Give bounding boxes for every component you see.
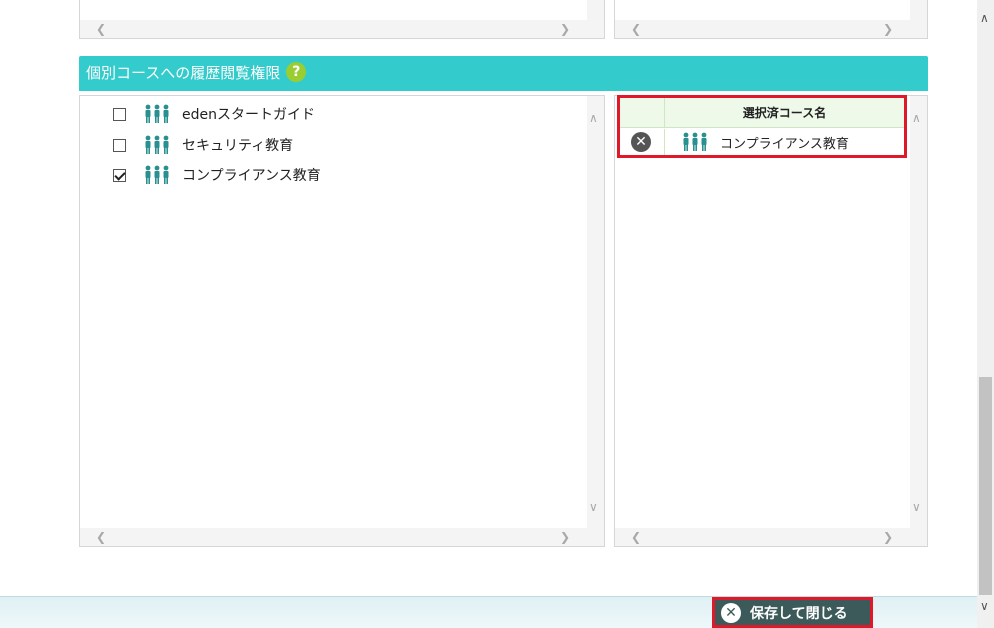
remove-circle-icon[interactable]: ✕ — [631, 132, 651, 152]
selected-course-name: コンプライアンス教育 — [720, 137, 849, 152]
table-header: 選択済コース名 — [620, 98, 904, 128]
scroll-up-icon[interactable]: ∧ — [980, 12, 989, 24]
scroll-right-icon[interactable]: ❯ — [560, 531, 570, 543]
save-and-close-button[interactable]: ✕ 保存して閉じる — [712, 597, 873, 628]
scroll-left-icon[interactable]: ❮ — [96, 23, 106, 35]
scroll-left-icon[interactable]: ❮ — [631, 531, 641, 543]
course-checkbox[interactable] — [113, 168, 126, 182]
upper-right-vscroll[interactable] — [910, 0, 927, 20]
upper-right-panel: ❮ ❯ — [614, 0, 928, 39]
scroll-up-icon[interactable]: ∧ — [589, 112, 598, 124]
people-group-icon — [145, 135, 169, 154]
section-title: 個別コースへの履歴閲覧権限 — [86, 64, 281, 82]
scroll-right-icon[interactable]: ❯ — [883, 531, 893, 543]
course-row[interactable]: セキュリティ教育 — [113, 134, 293, 156]
upper-left-panel: ❮ ❯ — [79, 0, 605, 39]
page-scroll-thumb[interactable] — [979, 377, 992, 595]
section-header: 個別コースへの履歴閲覧権限? — [79, 56, 928, 91]
help-icon[interactable]: ? — [286, 62, 307, 82]
people-group-icon — [145, 165, 169, 184]
course-label: コンプライアンス教育 — [182, 168, 321, 184]
course-checkbox[interactable] — [113, 138, 126, 152]
close-circle-icon: ✕ — [721, 602, 741, 623]
course-list-hscroll[interactable]: ❮ ❯ — [80, 528, 604, 546]
upper-left-hscroll[interactable]: ❮ ❯ — [80, 20, 604, 38]
scroll-up-icon[interactable]: ∧ — [912, 112, 921, 124]
course-label: edenスタートガイド — [182, 107, 315, 123]
course-list-vscroll[interactable]: ∧ ∨ — [587, 96, 604, 528]
selected-hscroll[interactable]: ❮ ❯ — [615, 528, 927, 546]
course-list-panel: ∧ ∨ ❮ ❯ — [79, 95, 605, 547]
selected-courses-table: 選択済コース名 ✕ コンプライアンス教育 — [617, 95, 907, 158]
save-and-close-label: 保存して閉じる — [750, 605, 848, 622]
scroll-left-icon[interactable]: ❮ — [631, 23, 641, 35]
upper-left-vscroll[interactable] — [587, 0, 604, 20]
column-header-course-name: 選択済コース名 — [742, 106, 827, 120]
scroll-right-icon[interactable]: ❯ — [560, 23, 570, 35]
course-label: セキュリティ教育 — [182, 138, 294, 154]
people-group-icon — [683, 132, 707, 151]
upper-right-hscroll[interactable]: ❮ ❯ — [615, 20, 927, 38]
selected-courses-panel: ∧ ∨ ❮ ❯ — [614, 95, 928, 547]
selected-vscroll[interactable]: ∧ ∨ — [910, 96, 927, 528]
course-checkbox[interactable] — [113, 107, 126, 121]
column-divider — [664, 129, 665, 155]
scroll-left-icon[interactable]: ❮ — [96, 531, 106, 543]
people-group-icon — [145, 104, 169, 123]
scroll-down-icon[interactable]: ∨ — [912, 501, 921, 513]
scroll-down-icon[interactable]: ∨ — [589, 501, 598, 513]
scroll-right-icon[interactable]: ❯ — [883, 23, 893, 35]
scroll-down-icon[interactable]: ∨ — [980, 600, 989, 612]
table-row: ✕ コンプライアンス教育 — [620, 129, 904, 155]
course-row[interactable]: edenスタートガイド — [113, 103, 315, 125]
course-row[interactable]: コンプライアンス教育 — [113, 164, 321, 186]
